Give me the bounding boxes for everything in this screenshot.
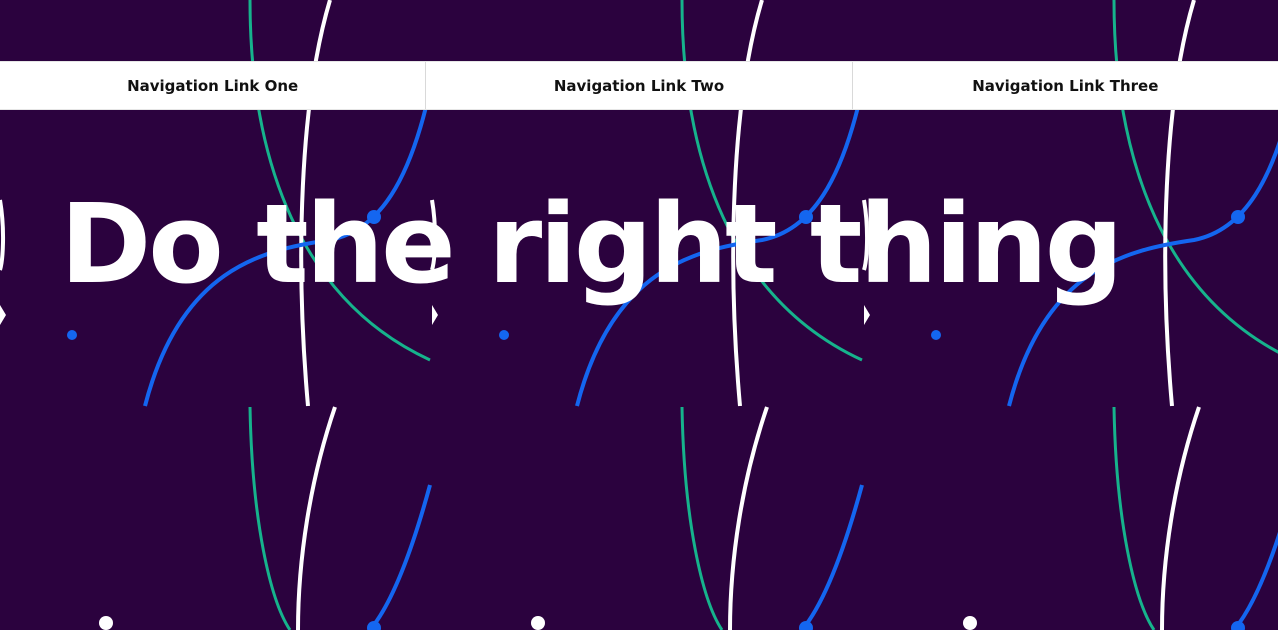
nav-link-three[interactable]: Navigation Link Three bbox=[853, 62, 1278, 109]
hero-title: Do the right thing bbox=[60, 180, 1124, 308]
top-navigation: Navigation Link One Navigation Link Two … bbox=[0, 61, 1278, 110]
nav-link-two[interactable]: Navigation Link Two bbox=[426, 62, 853, 109]
page-stage: Navigation Link One Navigation Link Two … bbox=[0, 0, 1278, 630]
nav-link-one[interactable]: Navigation Link One bbox=[0, 62, 427, 109]
